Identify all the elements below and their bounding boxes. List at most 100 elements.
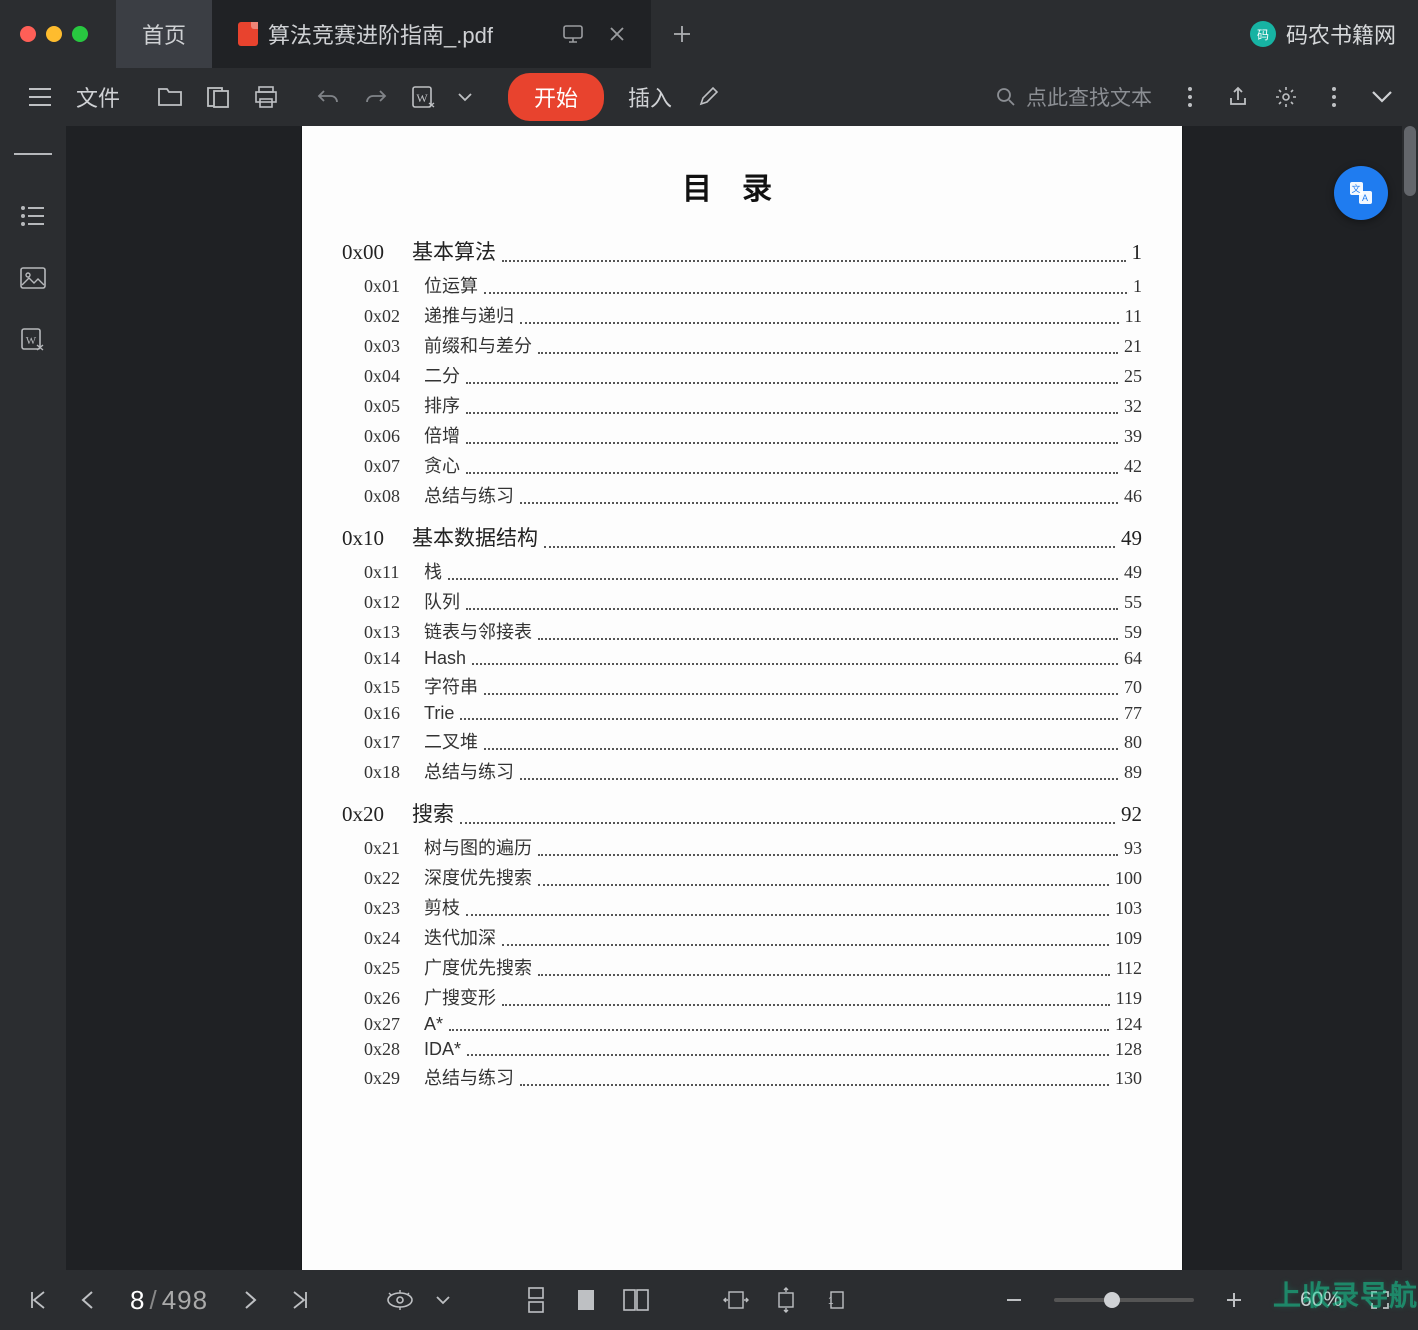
toc-item[interactable]: 0x28IDA*128: [364, 1039, 1142, 1060]
sidebar-toggle-icon[interactable]: [14, 140, 52, 168]
vertical-scrollbar[interactable]: [1402, 126, 1418, 1270]
page-indicator[interactable]: 8/498: [130, 1285, 208, 1316]
kebab-menu-2-icon[interactable]: [1312, 75, 1356, 119]
toc-item[interactable]: 0x14Hash64: [364, 648, 1142, 669]
body: W 目录 0x00基本算法10x01位运算10x02递推与递归110x03前缀和…: [0, 126, 1418, 1270]
svg-text:W: W: [416, 91, 428, 105]
toc-code: 0x04: [364, 366, 424, 387]
toc-page: 89: [1124, 762, 1142, 783]
presentation-mode-icon[interactable]: [563, 25, 583, 43]
convert-to-word-icon[interactable]: W: [402, 75, 446, 119]
undo-icon[interactable]: [306, 75, 350, 119]
scrollbar-thumb[interactable]: [1404, 126, 1416, 196]
redo-icon[interactable]: [354, 75, 398, 119]
pen-icon[interactable]: [686, 75, 730, 119]
menu-icon[interactable]: [18, 75, 62, 119]
toc-page: 25: [1124, 366, 1142, 387]
search-icon: [996, 87, 1016, 107]
toc-item[interactable]: 0x16Trie77: [364, 703, 1142, 724]
translate-float-button[interactable]: 文A: [1334, 166, 1388, 220]
toc-page: 70: [1124, 677, 1142, 698]
first-page-icon[interactable]: [18, 1280, 58, 1320]
toc-item[interactable]: 0x04二分25: [364, 362, 1142, 388]
toc-item[interactable]: 0x13链表与邻接表59: [364, 618, 1142, 644]
tab-strip: 首页 算法竞赛进阶指南_.pdf: [116, 0, 713, 68]
toc-item[interactable]: 0x12队列55: [364, 588, 1142, 614]
continuous-scroll-icon[interactable]: [516, 1280, 556, 1320]
document-viewport[interactable]: 目录 0x00基本算法10x01位运算10x02递推与递归110x03前缀和与差…: [66, 126, 1418, 1270]
collapse-ribbon-icon[interactable]: [1360, 90, 1404, 104]
toc-chapter[interactable]: 0x00基本算法1: [342, 236, 1142, 266]
toc-item[interactable]: 0x15字符串70: [364, 673, 1142, 699]
print-icon[interactable]: [244, 75, 288, 119]
share-icon[interactable]: [1216, 75, 1260, 119]
toc-item[interactable]: 0x17二叉堆80: [364, 728, 1142, 754]
fit-width-icon[interactable]: [716, 1280, 756, 1320]
toc-item[interactable]: 0x11栈49: [364, 558, 1142, 584]
toc-item[interactable]: 0x27A*124: [364, 1014, 1142, 1035]
toc-item[interactable]: 0x26广搜变形119: [364, 984, 1142, 1010]
image-icon[interactable]: [14, 264, 52, 292]
toc-title: Trie: [424, 703, 454, 724]
toc-code: 0x02: [364, 306, 424, 327]
minimize-window-button[interactable]: [46, 26, 62, 42]
tab-home[interactable]: 首页: [116, 0, 212, 68]
open-file-icon[interactable]: [148, 75, 192, 119]
close-tab-icon[interactable]: [609, 26, 625, 42]
toc-page: 11: [1125, 306, 1142, 327]
toc-title: 递推与递归: [424, 302, 514, 328]
next-page-icon[interactable]: [230, 1280, 270, 1320]
dropdown-2-icon[interactable]: [430, 1280, 456, 1320]
fit-page-icon[interactable]: [766, 1280, 806, 1320]
two-page-icon[interactable]: [616, 1280, 656, 1320]
toc-item[interactable]: 0x06倍增39: [364, 422, 1142, 448]
toc-chapter[interactable]: 0x10基本数据结构49: [342, 522, 1142, 552]
toc-item[interactable]: 0x18总结与练习89: [364, 758, 1142, 784]
toc-item[interactable]: 0x01位运算1: [364, 272, 1142, 298]
brand[interactable]: 码 码农书籍网: [1250, 18, 1404, 50]
toc-item[interactable]: 0x23剪枝103: [364, 894, 1142, 920]
save-icon[interactable]: [196, 75, 240, 119]
zoom-slider-thumb[interactable]: [1104, 1292, 1120, 1308]
svg-text:W: W: [26, 335, 37, 347]
dropdown-icon[interactable]: [450, 75, 480, 119]
toc-dots: [466, 914, 1109, 916]
toc-item[interactable]: 0x22深度优先搜索100: [364, 864, 1142, 890]
toc-item[interactable]: 0x08总结与练习46: [364, 482, 1142, 508]
toc-item[interactable]: 0x24迭代加深109: [364, 924, 1142, 950]
last-page-icon[interactable]: [280, 1280, 320, 1320]
toc-item[interactable]: 0x05排序32: [364, 392, 1142, 418]
export-word-icon[interactable]: W: [14, 326, 52, 354]
toc-item[interactable]: 0x03前缀和与差分21: [364, 332, 1142, 358]
kebab-menu-icon[interactable]: [1168, 75, 1212, 119]
close-window-button[interactable]: [20, 26, 36, 42]
toc-code: 0x05: [364, 396, 424, 417]
toc-code: 0x21: [364, 838, 424, 859]
toc-chapter[interactable]: 0x20搜索92: [342, 798, 1142, 828]
tab-document[interactable]: 算法竞赛进阶指南_.pdf: [212, 0, 651, 68]
toc-code: 0x01: [364, 276, 424, 297]
single-page-icon[interactable]: [566, 1280, 606, 1320]
toc-item[interactable]: 0x29总结与练习130: [364, 1064, 1142, 1090]
outline-icon[interactable]: [14, 202, 52, 230]
new-tab-button[interactable]: [651, 0, 713, 68]
zoom-slider[interactable]: [1054, 1298, 1194, 1302]
menu-start-button[interactable]: 开始: [508, 73, 604, 121]
menu-file[interactable]: 文件: [66, 81, 130, 113]
maximize-window-button[interactable]: [72, 26, 88, 42]
toc-item[interactable]: 0x21树与图的遍历93: [364, 834, 1142, 860]
reading-mode-icon[interactable]: [380, 1280, 420, 1320]
toc-dots: [538, 974, 1110, 976]
toc-dots: [520, 778, 1118, 780]
toc-item[interactable]: 0x02递推与递归 11: [364, 302, 1142, 328]
toc-item[interactable]: 0x25广度优先搜索112: [364, 954, 1142, 980]
toc-item[interactable]: 0x07贪心42: [364, 452, 1142, 478]
search-box[interactable]: 点此查找文本: [984, 82, 1164, 112]
zoom-in-icon[interactable]: [1214, 1280, 1254, 1320]
toc-page: 64: [1124, 648, 1142, 669]
prev-page-icon[interactable]: [68, 1280, 108, 1320]
actual-size-icon[interactable]: 1: [816, 1280, 856, 1320]
zoom-out-icon[interactable]: [994, 1280, 1034, 1320]
settings-icon[interactable]: [1264, 75, 1308, 119]
menu-insert[interactable]: 插入: [618, 81, 682, 113]
